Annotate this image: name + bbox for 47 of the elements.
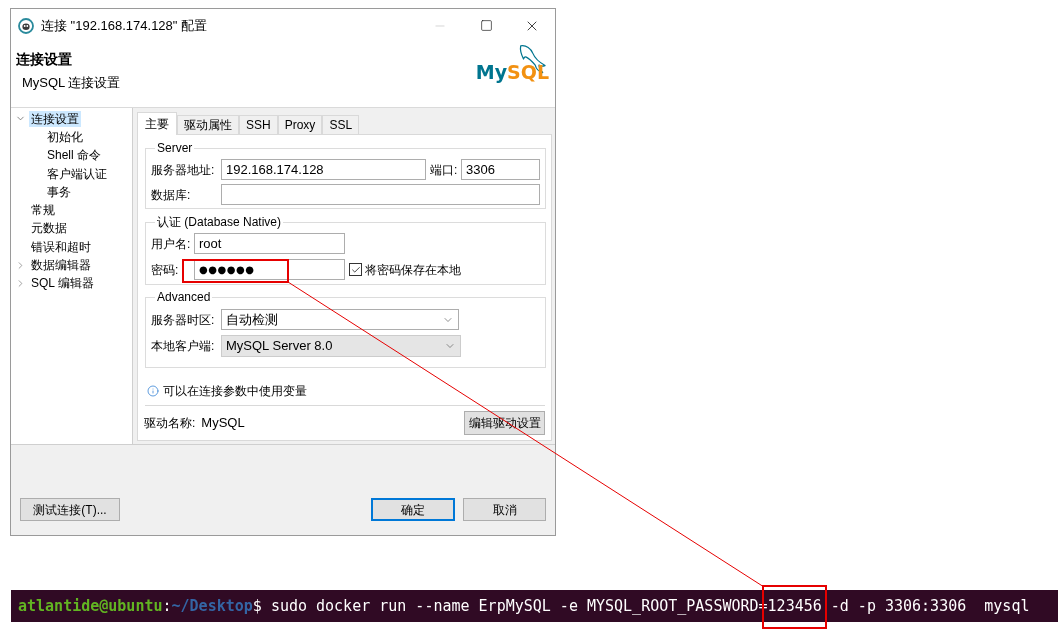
- tree-item[interactable]: 连接设置: [29, 110, 81, 127]
- cancel-button[interactable]: 取消: [463, 498, 546, 521]
- ok-button[interactable]: 确定: [371, 498, 455, 521]
- tree-item[interactable]: 初始化: [45, 128, 85, 145]
- group-title: Server: [156, 141, 194, 155]
- tab[interactable]: 主要: [137, 112, 177, 135]
- database-field[interactable]: [221, 184, 540, 205]
- field-label: 服务器地址:: [151, 161, 216, 179]
- tree-item[interactable]: 元数据: [29, 220, 69, 237]
- info-text: 可以在连接参数中使用变量: [163, 383, 307, 400]
- host-field[interactable]: 192.168.174.128: [221, 159, 426, 180]
- tree-item[interactable]: 错误和超时: [29, 238, 93, 255]
- checkbox-label[interactable]: 将密码保存在本地: [365, 260, 461, 279]
- tab[interactable]: SSL: [322, 115, 360, 134]
- page-subtitle: MySQL 连接设置: [22, 75, 121, 91]
- tree-item[interactable]: SQL 编辑器: [29, 275, 96, 292]
- field-label: 密码:: [151, 261, 180, 279]
- window-title: 连接 "192.168.174.128" 配置: [41, 16, 208, 35]
- checkbox[interactable]: [349, 263, 362, 276]
- group-title: 认证 (Database Native): [156, 215, 283, 229]
- field-label: 端口:: [429, 161, 459, 179]
- timezone-dropdown[interactable]: 自动检测: [221, 309, 459, 330]
- tree-item[interactable]: 数据编辑器: [29, 257, 93, 273]
- test-connection-button[interactable]: 测试连接(T)...: [20, 498, 120, 521]
- tab[interactable]: SSH: [239, 115, 278, 134]
- tree-item[interactable]: 客户端认证: [45, 165, 109, 182]
- logo-text: MySQL: [475, 61, 549, 83]
- tree-item[interactable]: 常规: [29, 202, 57, 219]
- field-label: 服务器时区:: [151, 311, 216, 329]
- group-title: Advanced: [156, 290, 212, 304]
- tree-item[interactable]: 事务: [45, 183, 73, 200]
- username-field[interactable]: root: [194, 233, 345, 254]
- port-field[interactable]: 3306: [461, 159, 540, 180]
- driver-name: MySQL: [201, 414, 245, 433]
- field-label: 用户名:: [151, 235, 192, 253]
- field-label: 本地客户端:: [151, 338, 216, 355]
- checkmark-icon: [350, 264, 361, 275]
- password-field[interactable]: ●●●●●●: [194, 259, 345, 280]
- tab[interactable]: 驱动属性: [177, 115, 239, 134]
- field-label: 数据库:: [151, 186, 192, 204]
- tab[interactable]: Proxy: [277, 115, 323, 134]
- page-heading: 连接设置: [16, 50, 73, 68]
- round-logo-icon: [18, 17, 34, 34]
- driver-label: 驱动名称:: [144, 415, 196, 432]
- info-icon: [147, 385, 159, 397]
- tree-item[interactable]: Shell 命令: [45, 147, 104, 164]
- maximize-icon[interactable]: [479, 19, 493, 32]
